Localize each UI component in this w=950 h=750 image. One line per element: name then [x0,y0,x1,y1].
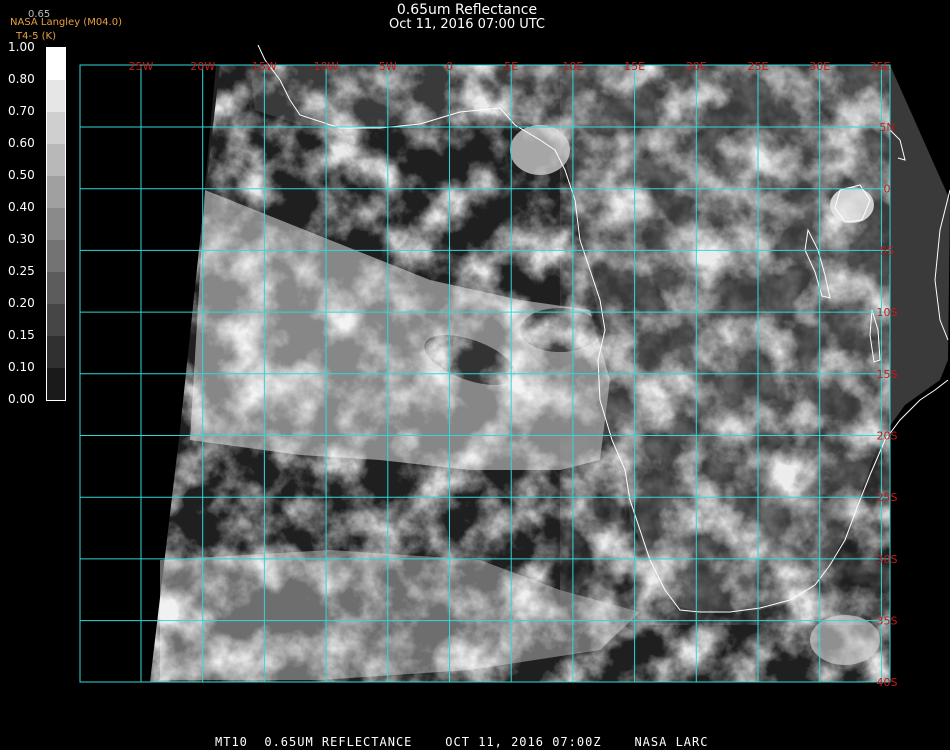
latitude-label: 30S [877,553,898,566]
colorbar-tick-label: 0.40 [8,200,35,214]
longitude-label: 20E [686,60,707,73]
latitude-label: 40S [877,676,898,689]
convective-cluster [510,125,570,175]
latitude-label: 20S [877,430,898,443]
latitude-label: 5N [879,121,894,134]
colorbar-tick-label: 0.30 [8,232,35,246]
latitude-label: 15S [877,368,898,381]
convective-cluster-2 [830,187,874,223]
colorbar-tick-label: 0.15 [8,328,35,342]
longitude-label: 0 [446,60,453,73]
map-datetime: Oct 11, 2016 07:00 UTC [389,17,545,32]
longitude-label: 20W [190,60,215,73]
colorbar-tick-label: 0.70 [8,104,35,118]
map-title: 0.65um Reflectance [396,2,538,18]
colorbar-tick-label: 0.50 [8,168,35,182]
colorbar-tick-label: 0.10 [8,360,35,374]
latitude-label: 35S [877,615,898,628]
colorbar-tick-label: 1.00 [8,40,35,54]
longitude-label: 10E [562,60,583,73]
credit-label: NASA Langley (M04.0) [10,17,122,28]
footer-caption: MT10 0.65UM REFLECTANCE OCT 11, 2016 07:… [215,735,709,749]
colorbar-tick-label: 0.25 [8,264,35,278]
longitude-label: 30E [809,60,830,73]
colorbar-tick-label: 0.20 [8,296,35,310]
longitude-label: 15W [252,60,277,73]
cape-cloud [810,615,880,665]
latitude-label: 10S [877,306,898,319]
longitude-label: 5W [379,60,397,73]
colorbar-tick-label: 0.80 [8,72,35,86]
satellite-map[interactable]: 25W 20W 15W 10W 5W 0 5E 10E 15E 20E 25E 30E 35E 5N 0 5S… [0,0,950,750]
colorbar-tick-label: 0.60 [8,136,35,150]
longitude-label: 15E [624,60,645,73]
grayscale-colorbar [46,47,66,401]
latitude-label: 0 [884,183,891,196]
colorbar-tick-label: 0.00 [8,392,35,406]
latitude-label: 5S [880,244,894,257]
latitude-label: 25S [877,491,898,504]
longitude-label: 5E [504,60,518,73]
longitude-label: 25E [748,60,769,73]
longitude-label: 10W [314,60,339,73]
longitude-label: 25W [129,60,154,73]
longitude-label: 35E [870,60,891,73]
